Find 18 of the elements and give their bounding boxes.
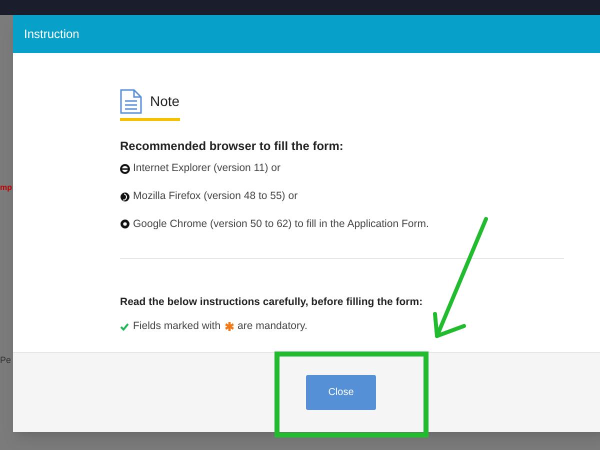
instruction-text: Fields marked with	[133, 319, 221, 334]
globe-icon	[120, 192, 130, 202]
ie-logo-icon	[120, 164, 130, 174]
browser-text: Google Chrome (version 50 to 62) to fill in the Application Form.	[133, 216, 429, 232]
browser-text: Mozilla Firefox (version 48 to 55) or	[133, 188, 298, 204]
asterisk-icon	[224, 322, 234, 332]
browser-text: Internet Explorer (version 11) or	[133, 161, 280, 176]
note-heading: Note	[150, 92, 180, 111]
check-icon	[120, 322, 129, 331]
chrome-logo-icon	[120, 219, 130, 230]
dialog-title: Instruction	[24, 26, 80, 43]
backdrop-text: mp	[0, 182, 12, 194]
document-icon	[120, 89, 142, 114]
close-button[interactable]: Close	[306, 375, 376, 410]
instructions-heading: Read the below instructions carefully, before filling the form:	[120, 295, 424, 310]
browsers-heading: Recommended browser to fill the form:	[120, 138, 344, 155]
instruction-text: are mandatory.	[238, 319, 308, 334]
backdrop-text: Pe	[0, 354, 12, 367]
